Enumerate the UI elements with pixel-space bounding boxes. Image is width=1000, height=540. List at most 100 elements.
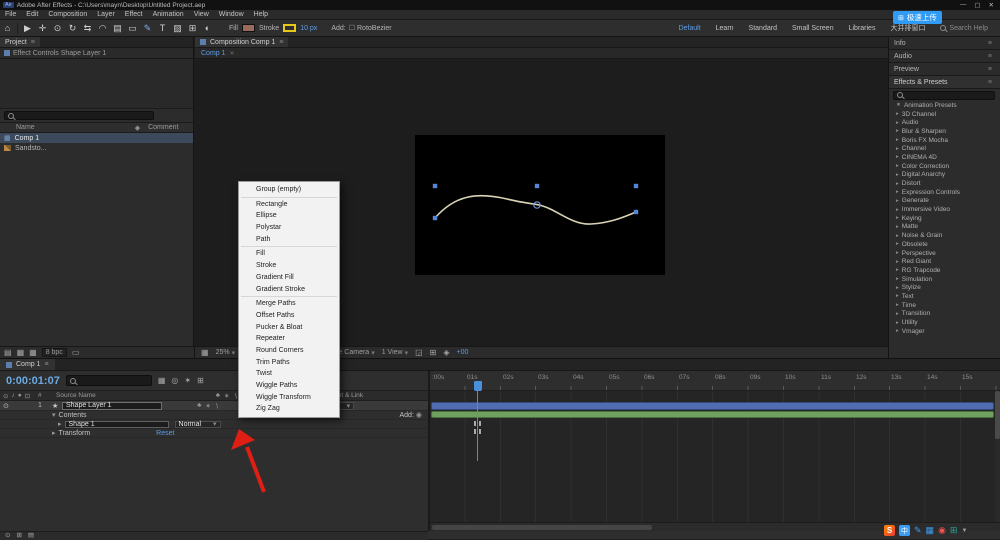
layer-row-shape-layer-1[interactable]: ⊙ 1 ★ Shape Layer 1 ♣ ✶ ∖ ◎ None ▾ — [0, 401, 428, 411]
twirl-right-icon[interactable]: ▸ — [896, 120, 899, 126]
help-search[interactable]: Search Help — [940, 25, 988, 32]
twirl-right-icon[interactable]: ▸ — [896, 285, 899, 291]
panel-info[interactable]: Info ≡ — [889, 37, 1000, 50]
menu-view[interactable]: View — [189, 11, 214, 18]
collapse-column-icon[interactable]: ✶ — [224, 392, 229, 400]
twirl-right-icon[interactable]: ▸ — [896, 293, 899, 299]
close-button[interactable]: ✕ — [989, 1, 994, 9]
menu-item-gradient-fill[interactable]: Gradient Fill — [239, 272, 339, 284]
twirl-right-icon[interactable]: ▸ — [896, 181, 899, 187]
frame-blend-icon[interactable]: ✶ — [184, 376, 191, 385]
column-name[interactable]: Name — [16, 124, 35, 131]
panel-effects-presets[interactable]: Effects & Presets ≡ — [889, 76, 1000, 89]
menu-item-polystar[interactable]: Polystar — [239, 222, 339, 234]
project-bpc-button[interactable]: 8 bpc — [41, 348, 67, 357]
twirl-right-icon[interactable]: ▸ — [896, 224, 899, 230]
menu-item-rectangle[interactable]: Rectangle — [239, 199, 339, 211]
upload-badge[interactable]: ⊞ 极速上传 — [893, 11, 942, 24]
effects-item[interactable]: ▸ Vmager — [889, 327, 1000, 336]
new-comp-icon[interactable]: ▦ — [29, 348, 37, 357]
tool-home-icon[interactable]: ⌂ — [0, 23, 15, 33]
menu-item-offset-paths[interactable]: Offset Paths — [239, 310, 339, 322]
shy-column-icon[interactable]: ♣ — [216, 392, 220, 400]
audio-column-icon[interactable]: ♪ — [11, 392, 14, 400]
menu-file[interactable]: File — [0, 11, 21, 18]
twirl-down-icon[interactable]: ▾ — [52, 411, 56, 419]
viewer-tab-comp1[interactable]: Comp 1 — [201, 50, 226, 57]
view-layout-dropdown[interactable]: 1 View ▾ — [382, 349, 408, 357]
tool-rotate-icon[interactable]: ◠ — [95, 23, 110, 34]
tab-effect-controls[interactable]: Effect Controls Shape Layer 1 — [0, 48, 193, 59]
tool-pan-icon[interactable]: ⇆ — [80, 23, 95, 34]
twirl-right-icon[interactable]: ▸ — [896, 128, 899, 134]
shape1-row[interactable]: ▸ Shape 1 Normal ▾ — [0, 420, 428, 429]
solo-column-icon[interactable]: ● — [18, 392, 22, 400]
panel-audio[interactable]: Audio ≡ — [889, 50, 1000, 63]
lock-column-icon[interactable]: ⊡ — [25, 392, 30, 400]
effects-item[interactable]: ▸ Matte — [889, 223, 1000, 232]
menu-composition[interactable]: Composition — [43, 11, 92, 18]
menu-item-fill[interactable]: Fill — [239, 248, 339, 260]
pixel-aspect-icon[interactable]: ◲ — [415, 348, 423, 357]
effects-search-input[interactable] — [893, 90, 995, 100]
magnification-dropdown[interactable]: 25% ▾ — [216, 349, 236, 357]
fill-swatch[interactable] — [241, 24, 255, 32]
layer-name-box[interactable]: Shape Layer 1 — [62, 401, 162, 410]
effects-item[interactable]: ▸ Simulation — [889, 275, 1000, 284]
twirl-right-icon[interactable]: ▸ — [896, 154, 899, 160]
twirl-right-icon[interactable]: ▸ — [896, 207, 899, 213]
timeline-button-icon[interactable]: ⊞ — [430, 348, 437, 357]
tool-puppet-icon[interactable]: ◐ — [200, 23, 215, 33]
menu-item-twist[interactable]: Twist — [239, 368, 339, 380]
comp-frame[interactable] — [415, 135, 665, 275]
flowchart-icon[interactable]: ◈ — [443, 348, 449, 357]
menu-item-repeater[interactable]: Repeater — [239, 333, 339, 345]
twirl-right-icon[interactable]: ▸ — [896, 311, 899, 317]
effects-item[interactable]: ▸ Keying — [889, 214, 1000, 223]
draft3d-icon[interactable]: ◎ — [171, 376, 178, 385]
toolbox-icon[interactable]: ⊞ — [950, 525, 958, 536]
grid-guides-icon[interactable]: ▦ — [201, 348, 209, 357]
keyboard-icon[interactable]: ▦ — [926, 525, 935, 536]
add-shape-button[interactable]: Add: ◉ — [399, 411, 422, 420]
panel-preview[interactable]: Preview ≡ — [889, 63, 1000, 76]
tool-orbit-icon[interactable]: ↻ — [65, 23, 80, 34]
effects-item[interactable]: ▸ Perspective — [889, 249, 1000, 258]
project-item-sandstone[interactable]: Sandsto... — [0, 143, 193, 153]
chinese-mode-icon[interactable]: 中 — [899, 525, 910, 536]
graph-editor-icon[interactable]: ▤ — [28, 532, 34, 540]
viewer-tab-close-icon[interactable]: ✕ — [230, 50, 235, 57]
twirl-right-icon[interactable]: ▸ — [896, 163, 899, 169]
layer-visibility-toggle[interactable]: ⊙ — [0, 402, 12, 410]
layer-duration-bar[interactable] — [431, 402, 994, 410]
workspace-libraries[interactable]: Libraries — [849, 25, 876, 32]
workspace-standard[interactable]: Standard — [749, 25, 777, 32]
twirl-right-icon[interactable]: ▸ — [896, 172, 899, 178]
twirl-right-icon[interactable]: ▸ — [896, 302, 899, 308]
menu-window[interactable]: Window — [214, 11, 249, 18]
effects-item[interactable]: ▸ Generate — [889, 197, 1000, 206]
menu-item-zig-zag[interactable]: Zig Zag — [239, 403, 339, 415]
effects-item[interactable]: ▸ Audio — [889, 118, 1000, 127]
transform-row[interactable]: ▸ Transform Reset — [0, 429, 428, 438]
twirl-right-icon[interactable]: ▸ — [896, 250, 899, 256]
layer-quality-toggle[interactable]: ∖ — [215, 402, 219, 410]
effects-item[interactable]: ▸ CINEMA 4D — [889, 153, 1000, 162]
workspace-small-screen[interactable]: Small Screen — [792, 25, 834, 32]
panel-menu-icon[interactable]: ≡ — [988, 53, 995, 60]
sogou-icon[interactable]: S — [884, 525, 895, 536]
minimize-button[interactable]: — — [960, 1, 967, 9]
effects-item[interactable]: ▸ Immersive Video — [889, 205, 1000, 214]
twirl-right-icon[interactable]: ▸ — [896, 146, 899, 152]
tool-selection-icon[interactable]: ▶ — [20, 23, 35, 34]
expand-layers-icon[interactable]: ⊙ — [5, 532, 10, 540]
menu-animation[interactable]: Animation — [148, 11, 189, 18]
tool-clone-icon[interactable]: ⊞ — [185, 23, 200, 34]
effects-item[interactable]: ▸ Noise & Grain — [889, 231, 1000, 240]
workspace-learn[interactable]: Learn — [716, 25, 734, 32]
twirl-right-icon[interactable]: ▸ — [896, 189, 899, 195]
tool-zoom-icon[interactable]: ⊙ — [50, 23, 65, 34]
shape-path-canvas[interactable] — [415, 135, 665, 275]
tool-camera-icon[interactable]: ▤ — [110, 23, 125, 34]
effects-item[interactable]: ▸ Distort — [889, 179, 1000, 188]
